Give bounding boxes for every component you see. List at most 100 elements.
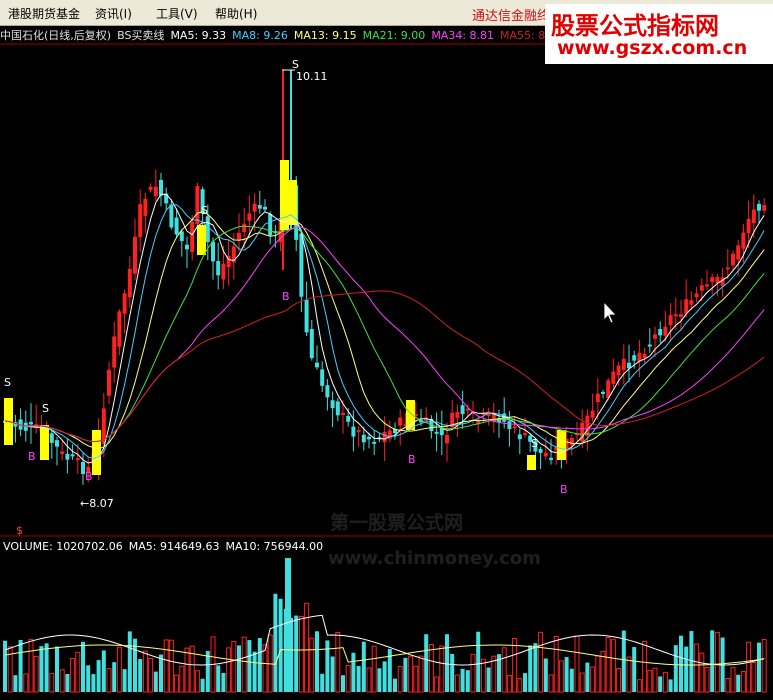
signal-candle bbox=[406, 400, 415, 430]
volume-value: VOLUME: 1020702.06 bbox=[3, 540, 123, 553]
candle-body bbox=[361, 434, 366, 443]
volume-bar bbox=[247, 640, 252, 692]
sell-signal: S bbox=[42, 402, 49, 415]
candle-body bbox=[216, 260, 221, 276]
volume-bar bbox=[465, 670, 470, 692]
candle-body bbox=[460, 405, 465, 415]
volume-bar bbox=[476, 631, 481, 692]
volume-bar bbox=[673, 645, 678, 692]
volume-bar bbox=[480, 658, 486, 693]
candle-body bbox=[538, 449, 543, 453]
volume-ma5-line bbox=[4, 614, 765, 666]
candle-body bbox=[159, 179, 163, 196]
candle-body bbox=[60, 451, 65, 455]
volume-bar bbox=[356, 666, 361, 692]
volume-bar bbox=[517, 678, 523, 693]
volume-bar bbox=[70, 657, 76, 693]
volume-bar bbox=[679, 635, 683, 692]
volume-bar bbox=[694, 643, 700, 693]
volume-bar bbox=[668, 679, 673, 692]
volume-bar bbox=[142, 650, 148, 693]
candle-body bbox=[325, 385, 330, 398]
candle-body bbox=[299, 233, 304, 297]
candle-body bbox=[653, 334, 657, 339]
candle-body bbox=[65, 453, 70, 460]
candle-body bbox=[658, 329, 663, 336]
volume-bar bbox=[585, 662, 590, 692]
buy-signal: B bbox=[408, 453, 416, 466]
volume-bar bbox=[761, 639, 767, 693]
volume-bar bbox=[159, 654, 163, 692]
volume-bar bbox=[647, 670, 653, 693]
volume-bar bbox=[3, 640, 7, 692]
volume-bar bbox=[632, 647, 637, 692]
volume-bar bbox=[714, 631, 720, 693]
candle-body bbox=[257, 205, 262, 209]
candle-body bbox=[647, 344, 652, 347]
kline-chart[interactable]: SSSSSBBBBB10.11←8.07$ bbox=[0, 0, 773, 700]
volume-bar bbox=[226, 647, 232, 693]
volume-bar bbox=[194, 670, 200, 693]
candle-body bbox=[762, 204, 767, 211]
volume-bar bbox=[538, 631, 544, 693]
volume-bar bbox=[730, 667, 736, 693]
volume-bar bbox=[658, 676, 663, 692]
volume-bar bbox=[610, 639, 616, 693]
volume-bar bbox=[371, 645, 377, 693]
candle-body bbox=[523, 433, 527, 436]
volume-bar bbox=[523, 673, 527, 692]
buy-signal: B bbox=[560, 483, 568, 496]
candle-body bbox=[320, 369, 325, 386]
volume-bar bbox=[179, 665, 185, 693]
volume-bar bbox=[512, 637, 518, 693]
candle-body bbox=[190, 221, 195, 252]
volume-peak-bar bbox=[285, 558, 291, 692]
site-banner: 股票公式指标网 www.gszx.com.cn bbox=[545, 4, 773, 64]
volume-bar bbox=[528, 645, 533, 692]
mouse-cursor-icon bbox=[603, 300, 617, 324]
volume-bar bbox=[28, 639, 34, 693]
volume-bar bbox=[122, 669, 127, 692]
volume-bar bbox=[153, 671, 158, 692]
volume-bar bbox=[112, 662, 117, 692]
volume-bar bbox=[445, 634, 449, 692]
volume-bar bbox=[315, 631, 319, 692]
volume-bar bbox=[330, 656, 335, 692]
ma34-value: MA34: 8.81 bbox=[431, 29, 495, 42]
currency-marker: $ bbox=[16, 524, 23, 537]
volume-bar bbox=[590, 666, 596, 693]
candle-body bbox=[642, 353, 647, 359]
candle-body bbox=[455, 412, 460, 418]
candle-body bbox=[543, 452, 548, 457]
volume-bar bbox=[138, 659, 143, 692]
candle-body bbox=[304, 299, 309, 333]
buy-signal: B bbox=[28, 450, 36, 463]
candle-body bbox=[315, 362, 319, 368]
volume-bar bbox=[257, 638, 262, 692]
signal-candle bbox=[40, 425, 49, 460]
volume-bar bbox=[470, 653, 476, 693]
candle-body bbox=[205, 216, 210, 242]
volume-bar bbox=[304, 602, 310, 693]
volume-bar bbox=[361, 641, 366, 692]
volume-bar bbox=[39, 646, 44, 692]
volume-bar bbox=[579, 672, 585, 693]
sell-signal: S bbox=[201, 204, 208, 217]
ma5-value: MA5: 9.33 bbox=[170, 29, 227, 42]
candle-body bbox=[179, 231, 184, 242]
volume-bar bbox=[106, 668, 112, 693]
volume-bar bbox=[621, 630, 626, 692]
ma21-value: MA21: 9.00 bbox=[362, 29, 426, 42]
candle-body bbox=[309, 329, 314, 359]
volume-bar bbox=[216, 665, 221, 692]
volume-bar bbox=[506, 675, 512, 693]
volume-bar bbox=[662, 671, 668, 693]
candle-body bbox=[611, 371, 616, 385]
volume-bar bbox=[335, 631, 341, 693]
volume-bar bbox=[351, 652, 356, 692]
candle-body bbox=[699, 285, 704, 291]
candle-body bbox=[517, 434, 522, 440]
volume-bar bbox=[454, 674, 460, 693]
candle-body bbox=[731, 253, 735, 266]
volume-bar bbox=[403, 657, 408, 692]
